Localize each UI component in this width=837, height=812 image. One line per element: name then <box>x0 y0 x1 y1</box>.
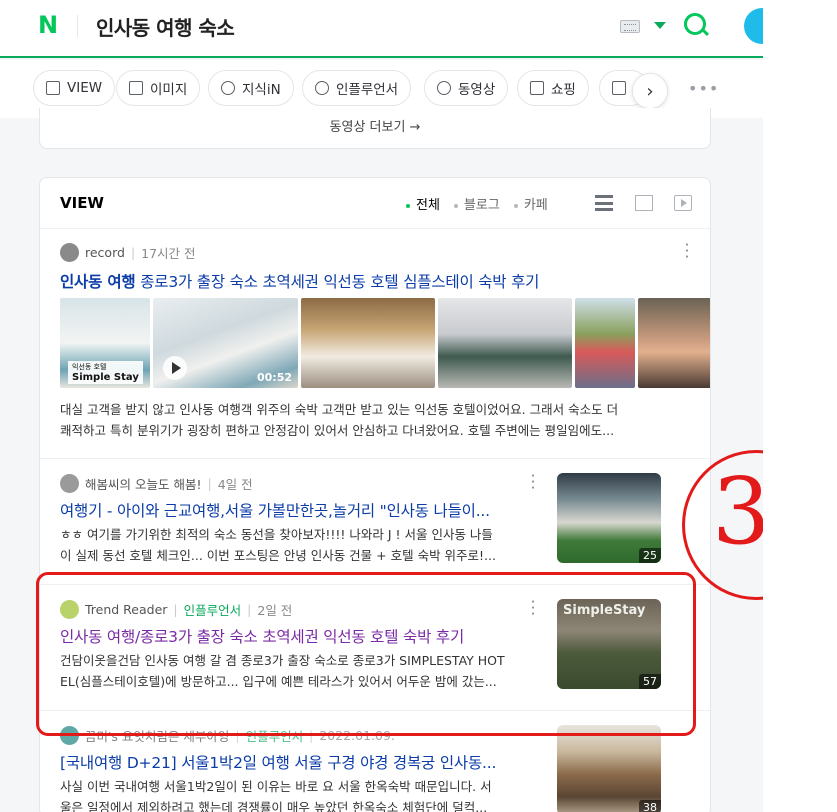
divider <box>40 228 710 229</box>
filter-cafe[interactable]: 카페 <box>513 194 548 213</box>
description-line: 이 실제 동선 호텔 체크인... 이번 포스팅은 안녕 인사동 건물 + 호텔… <box>60 548 496 563</box>
annotation-number: 3 <box>712 458 763 565</box>
video-more-link[interactable]: 동영상 더보기 → <box>40 116 710 135</box>
tab-video[interactable]: 동영상 <box>424 70 509 106</box>
filter-label: 블로그 <box>463 198 500 213</box>
thumbnail-image[interactable] <box>438 298 572 388</box>
search-header: N 인사동 여행 숙소 <box>0 0 763 58</box>
kebab-menu-icon[interactable]: · · · <box>684 238 690 265</box>
image-icon <box>129 81 143 95</box>
filter-all[interactable]: 전체 <box>406 194 440 213</box>
description-line: ㅎㅎ 여기를 가기위한 최적의 숙소 동선을 찾아보자!!!! 나와라 J ! … <box>60 527 493 542</box>
naver-logo[interactable]: N <box>38 13 61 37</box>
post-thumbnail[interactable]: 38 <box>557 725 661 812</box>
thumbnail-image[interactable] <box>301 298 435 388</box>
description-line: 쾌적하고 특히 분위기가 굉장히 편하고 안정감이 있어서 안심하고 다녀왔어요… <box>60 423 615 438</box>
tab-label: VIEW <box>67 80 103 96</box>
filter-label: 카페 <box>523 198 548 213</box>
bag-icon <box>530 81 544 95</box>
thumbnail-strip: 익선동 호텔 Simple Stay 00:52 <box>60 298 710 388</box>
play-icon <box>437 81 451 95</box>
grid-view-icon[interactable] <box>635 195 653 211</box>
search-query[interactable]: 인사동 여행 숙소 <box>96 12 235 41</box>
description-line: 대실 고객을 받지 않고 인사동 여행객 위주의 숙박 고객만 받고 있는 익선… <box>60 402 619 417</box>
description-line: 사실 이번 국내여행 서울1박2일이 된 이유는 바로 요 서울 한옥숙박 때문… <box>60 779 492 794</box>
document-icon <box>46 81 60 95</box>
q-icon <box>221 81 235 95</box>
tab-kin[interactable]: 지식iN <box>208 70 294 106</box>
thumbnail-image[interactable] <box>575 298 635 388</box>
blank-margin <box>763 0 837 812</box>
post-description: 대실 고객을 받지 않고 인사동 여행객 위주의 숙박 고객만 받고 있는 익선… <box>60 399 692 441</box>
post-description: 사실 이번 국내여행 서울1박2일이 된 이유는 바로 요 서울 한옥숙박 때문… <box>60 776 535 812</box>
tab-view[interactable]: VIEW <box>33 70 116 106</box>
tab-label: 인플루언서 <box>336 82 399 98</box>
annotation-box <box>36 572 696 736</box>
meta-separator: | <box>130 244 136 260</box>
dot-icon <box>406 203 410 208</box>
post-title-link[interactable]: 인사동 여행 종로3가 출장 숙소 초역세권 익선동 호텔 심플스테이 숙박 후… <box>60 270 692 292</box>
divider <box>40 458 710 459</box>
list-item: 끔미's 요잇처럼은 세부아잉 | 인플루언서 | 2022.01.09. [국… <box>60 725 692 812</box>
author-avatar[interactable] <box>60 242 79 262</box>
dot-icon <box>453 203 458 208</box>
tab-image[interactable]: 이미지 <box>116 70 201 106</box>
list-item: record | 17시간 전 · · · 인사동 여행 종로3가 출장 숙소 초역… <box>60 238 710 462</box>
author-avatar[interactable] <box>60 473 79 493</box>
view-filters: 전체 블로그 카페 <box>406 194 548 213</box>
list-view-icon[interactable] <box>595 195 613 211</box>
news-icon <box>612 81 626 95</box>
list-item: 해봄씨의 오늘도 해봄! | 4일 전 · · · 여행기 - 아이와 근교여행,서… <box>60 469 692 573</box>
author-name[interactable]: 해봄씨의 오늘도 해봄! <box>85 474 201 493</box>
filter-label: 전체 <box>416 198 440 213</box>
post-meta: record | 17시간 전 <box>60 242 196 262</box>
dot-icon <box>513 203 518 208</box>
autocomplete-toggle-icon[interactable] <box>654 22 666 29</box>
more-icon[interactable]: ••• <box>688 79 719 98</box>
section-title: VIEW <box>60 194 104 212</box>
tab-label: 쇼핑 <box>551 82 576 98</box>
author-name[interactable]: record <box>85 245 125 260</box>
title-text: 종로3가 출장 숙소 초역세권 익선동 호텔 심플스테이 숙박 후기 <box>135 273 540 291</box>
thumbnail-image[interactable]: 익선동 호텔 Simple Stay <box>60 298 150 388</box>
kebab-menu-icon[interactable]: · · · <box>530 469 536 496</box>
tab-label: 지식iN <box>242 82 281 98</box>
thumbnail-image[interactable] <box>638 298 710 388</box>
video-section-footer: 동영상 더보기 → <box>39 108 711 149</box>
tab-label: 이미지 <box>150 82 188 98</box>
search-icon[interactable] <box>684 13 706 35</box>
thumbnail-label: Simple Stay <box>72 372 139 383</box>
avatar[interactable] <box>744 8 763 44</box>
filter-blog[interactable]: 블로그 <box>453 194 500 213</box>
post-description: ㅎㅎ 여기를 가기위한 최적의 숙소 동선을 찾아보자!!!! 나와라 J ! … <box>60 524 535 566</box>
thumbnail-caption: 익선동 호텔 Simple Stay <box>68 361 143 384</box>
chevron-right-icon: › <box>646 80 654 102</box>
post-title-link[interactable]: [국내여행 D+21] 서울1박2일 여행 서울 구경 야경 경복궁 인사동..… <box>60 751 540 773</box>
image-count: 38 <box>639 800 661 812</box>
tab-scroll-next-button[interactable]: › <box>632 73 668 109</box>
post-meta: 해봄씨의 오늘도 해봄! | 4일 전 <box>60 473 253 493</box>
post-time: 17시간 전 <box>141 245 196 261</box>
keyboard-icon[interactable] <box>620 20 640 33</box>
header-divider <box>77 15 78 37</box>
image-count: 25 <box>639 548 661 563</box>
person-icon <box>315 81 329 95</box>
thumbnail-sublabel: 익선동 호텔 <box>72 363 107 371</box>
title-highlight: 인사동 여행 <box>60 273 136 291</box>
post-thumbnail[interactable]: 25 <box>557 473 661 563</box>
post-time: 4일 전 <box>217 476 253 492</box>
tab-influencer[interactable]: 인플루언서 <box>302 70 412 106</box>
tab-shopping[interactable]: 쇼핑 <box>517 70 589 106</box>
video-thumbnail[interactable]: 00:52 <box>153 298 298 388</box>
tab-label: 동영상 <box>458 82 496 98</box>
description-line: 울은 일정에서 제외하려고 했는데 경쟁률이 매우 높았던 한옥숙소 체험단에 … <box>60 800 488 812</box>
post-title-link[interactable]: 여행기 - 아이와 근교여행,서울 가볼만한곳,놀거리 "인사동 나들이... <box>60 499 540 521</box>
video-view-icon[interactable] <box>674 195 692 211</box>
video-duration: 00:52 <box>256 371 292 384</box>
search-results-page: N 인사동 여행 숙소 VIEW 이미지 지식iN 인플루언서 동영상 쇼핑 ›… <box>0 0 763 812</box>
meta-separator: | <box>207 475 212 491</box>
play-icon[interactable] <box>163 356 187 380</box>
